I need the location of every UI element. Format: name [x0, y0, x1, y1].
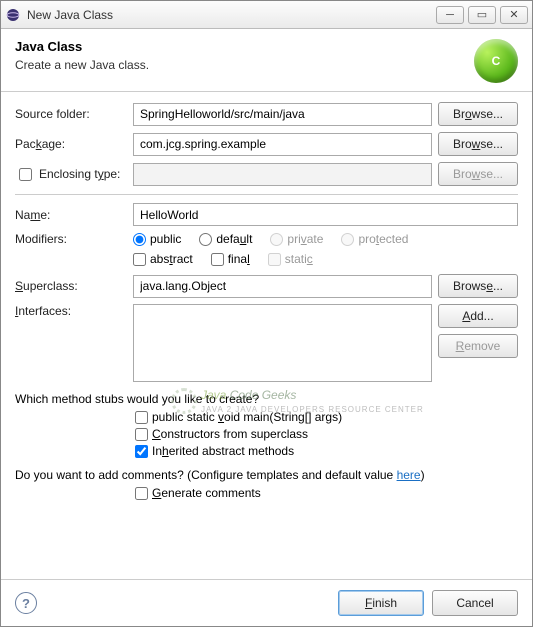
minimize-button[interactable]: ─	[436, 6, 464, 24]
name-input[interactable]	[133, 203, 518, 226]
modifier-static-checkbox: static	[268, 252, 313, 266]
header-description: Create a new Java class.	[15, 58, 474, 72]
enclosing-type-label[interactable]: Enclosing type:	[15, 165, 127, 184]
modifier-protected-radio: protected	[341, 232, 408, 246]
package-label: Package:	[15, 137, 127, 151]
remove-interface-button: Remove	[438, 334, 518, 358]
modifier-private-radio: private	[270, 232, 323, 246]
modifier-abstract-checkbox[interactable]: abstract	[133, 252, 193, 266]
dialog-header: Java Class Create a new Java class. C	[1, 29, 532, 92]
interfaces-label: Interfaces:	[15, 304, 127, 318]
eclipse-icon	[5, 7, 21, 23]
source-folder-input[interactable]	[133, 103, 432, 126]
add-interface-button[interactable]: Add...	[438, 304, 518, 328]
maximize-button[interactable]: ▭	[468, 6, 496, 24]
separator	[15, 194, 518, 195]
cancel-button[interactable]: Cancel	[432, 590, 518, 616]
help-button[interactable]: ?	[15, 592, 37, 614]
name-label: Name:	[15, 208, 127, 222]
stub-inherited-checkbox[interactable]: Inherited abstract methods	[135, 444, 294, 458]
modifier-final-checkbox[interactable]: final	[211, 252, 250, 266]
package-input[interactable]	[133, 133, 432, 156]
header-title: Java Class	[15, 39, 474, 54]
interfaces-list[interactable]	[133, 304, 432, 382]
stub-main-checkbox[interactable]: public static void main(String[] args)	[135, 410, 342, 424]
titlebar: New Java Class ─ ▭ ✕	[1, 1, 532, 29]
superclass-input[interactable]	[133, 275, 432, 298]
browse-superclass-button[interactable]: Browse...	[438, 274, 518, 298]
browse-source-folder-button[interactable]: Browse...	[438, 102, 518, 126]
enclosing-type-checkbox[interactable]	[19, 168, 32, 181]
comments-question: Do you want to add comments? (Configure …	[15, 468, 518, 482]
stub-constructors-checkbox[interactable]: Constructors from superclass	[135, 427, 308, 441]
superclass-label: Superclass:	[15, 279, 127, 293]
close-button[interactable]: ✕	[500, 6, 528, 24]
generate-comments-checkbox[interactable]: Generate comments	[135, 486, 261, 500]
finish-button[interactable]: Finish	[338, 590, 424, 616]
window-title: New Java Class	[27, 8, 436, 22]
class-icon: C	[474, 39, 518, 83]
modifier-public-radio[interactable]: public	[133, 232, 181, 246]
configure-templates-link[interactable]: here	[397, 468, 421, 482]
modifiers-label: Modifiers:	[15, 232, 127, 246]
browse-enclosing-type-button: Browse...	[438, 162, 518, 186]
modifier-default-radio[interactable]: default	[199, 232, 252, 246]
source-folder-label: Source folder:	[15, 107, 127, 121]
stubs-question: Which method stubs would you like to cre…	[15, 392, 518, 406]
enclosing-type-input	[133, 163, 432, 186]
browse-package-button[interactable]: Browse...	[438, 132, 518, 156]
